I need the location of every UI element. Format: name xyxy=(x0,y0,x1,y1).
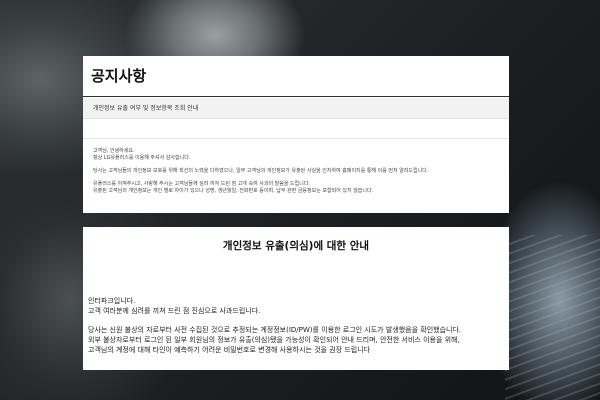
notice-panel: 공지사항 개인정보 유출 여부 및 정보항목 조회 안내 고객님, 안녕하세요.… xyxy=(83,56,509,213)
greeting-line: 고객님, 안녕하세요. xyxy=(93,148,135,154)
notice-title: 공지사항 xyxy=(91,67,147,85)
intro-line: 고객 여러분께 심려를 끼쳐 드린 점 진심으로 사과드립니다. xyxy=(88,307,261,315)
announcement-body-line: 당사는 신원 불상의 자로부터 사전 수집된 것으로 추정되는 계정정보(ID/… xyxy=(88,326,462,334)
title-divider xyxy=(83,96,509,97)
notice-paragraph-line: 당사는 고객님들의 개인정보 보호를 위해 최선의 노력을 다하였으나, 일부 … xyxy=(93,168,429,174)
notice-paragraph-line: 유플러스를 아껴주시고, 사랑해 주시는 고객님들께 심려 끼쳐 드린 점 고개… xyxy=(93,181,311,187)
laptop-keyboard-illustration xyxy=(505,235,600,400)
announcement-body-line: 고객님의 계정에 대해 타인이 예측하기 어려운 비밀번호로 변경해 사용하시는… xyxy=(88,346,371,354)
notice-subject-row[interactable]: 개인정보 유출 여부 및 정보항목 조회 안내 xyxy=(83,98,509,119)
announcement-title: 개인정보 유출(의심)에 대한 안내 xyxy=(222,240,370,252)
intro-line: 인터파크입니다. xyxy=(88,297,136,305)
notice-paragraph-line: 유출된 고객님의 개인정보는 개인 별로 차이가 있으나 성명, 생년월일, 전… xyxy=(93,188,374,194)
notice-subject: 개인정보 유출 여부 및 정보항목 조회 안내 xyxy=(93,105,199,112)
greeting-line: 항상 LG유플러스를 이용해 주셔서 감사합니다. xyxy=(93,155,191,161)
notice-body: 고객님, 안녕하세요. 항상 LG유플러스를 이용해 주셔서 감사합니다. 당사… xyxy=(93,148,503,195)
announcement-body-line: 외부 불상자로부터 로그인 된 일부 회원님의 정보가 유출(의심)됐을 가능성… xyxy=(88,336,460,344)
announcement-panel: 개인정보 유출(의심)에 대한 안내 인터파크입니다. 고객 여러분께 심려를 … xyxy=(83,227,509,370)
content-divider xyxy=(83,138,509,139)
announcement-body: 인터파크입니다. 고객 여러분께 심려를 끼쳐 드린 점 진심으로 사과드립니다… xyxy=(88,296,504,355)
